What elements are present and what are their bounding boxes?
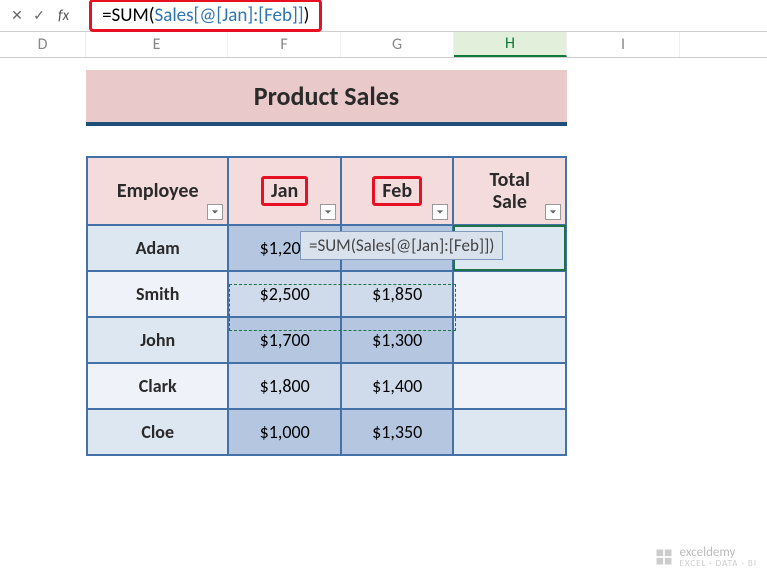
cell-employee[interactable]: Clark: [87, 363, 228, 409]
filter-dropdown-icon[interactable]: [207, 204, 223, 220]
formula-enter-button[interactable]: ✓: [28, 5, 50, 27]
cell-employee[interactable]: Smith: [87, 271, 228, 317]
th-total[interactable]: Total Sale: [453, 157, 566, 225]
column-headers: D E F G H I: [0, 32, 767, 58]
formula-cancel-button[interactable]: ✕: [6, 5, 28, 27]
filter-dropdown-icon[interactable]: [432, 204, 448, 220]
col-header-d[interactable]: D: [0, 32, 86, 57]
cell-feb[interactable]: $1,850: [341, 271, 454, 317]
table-row: John $1,700 $1,300: [87, 317, 566, 363]
data-table: Employee Jan Feb Total Sale Adam $1,200: [86, 156, 567, 456]
fx-label[interactable]: fx: [58, 7, 69, 25]
th-jan-label: Jan: [261, 176, 308, 206]
title-banner: Product Sales: [86, 70, 567, 126]
cell-total[interactable]: [453, 271, 566, 317]
cell-total[interactable]: [453, 317, 566, 363]
cell-feb[interactable]: $1,350: [341, 409, 454, 455]
filter-dropdown-icon[interactable]: [545, 204, 561, 220]
table-header-row: Employee Jan Feb Total Sale: [87, 157, 566, 225]
cell-employee[interactable]: Cloe: [87, 409, 228, 455]
col-header-f[interactable]: F: [228, 32, 341, 57]
watermark-sub: EXCEL · DATA · BI: [680, 559, 757, 568]
formula-close: ): [304, 4, 310, 27]
cell-jan[interactable]: $1,700: [228, 317, 341, 363]
cell-feb[interactable]: $1,300: [341, 317, 454, 363]
th-employee-label: Employee: [117, 179, 199, 203]
th-jan[interactable]: Jan: [228, 157, 341, 225]
col-header-i[interactable]: I: [567, 32, 680, 57]
col-header-h[interactable]: H: [454, 32, 567, 57]
col-header-e[interactable]: E: [86, 32, 228, 57]
formula-tooltip: =SUM(Sales[@[Jan]:[Feb]]): [300, 231, 503, 260]
watermark-icon: [654, 547, 674, 567]
formula-fn: SUM: [112, 4, 149, 27]
cell-jan[interactable]: $2,500: [228, 271, 341, 317]
watermark: exceldemy EXCEL · DATA · BI: [654, 546, 757, 568]
col-header-g[interactable]: G: [341, 32, 454, 57]
formula-ref: Sales[@[Jan]:[Feb]]: [154, 4, 303, 27]
th-feb-label: Feb: [372, 176, 422, 206]
table-row: Cloe $1,000 $1,350: [87, 409, 566, 455]
th-employee[interactable]: Employee: [87, 157, 228, 225]
th-total-label-2: Sale: [493, 191, 527, 213]
cell-employee[interactable]: John: [87, 317, 228, 363]
th-feb[interactable]: Feb: [341, 157, 454, 225]
cell-total[interactable]: [453, 363, 566, 409]
formula-bar: ✕ ✓ fx = SUM ( Sales[@[Jan]:[Feb]] ): [0, 0, 767, 32]
th-total-label-1: Total: [490, 169, 530, 191]
table-row: Smith $2,500 $1,850: [87, 271, 566, 317]
cell-employee[interactable]: Adam: [87, 225, 228, 271]
formula-input[interactable]: = SUM ( Sales[@[Jan]:[Feb]] ): [89, 0, 322, 32]
cell-jan[interactable]: $1,800: [228, 363, 341, 409]
cell-feb[interactable]: $1,400: [341, 363, 454, 409]
table-row: Clark $1,800 $1,400: [87, 363, 566, 409]
formula-eq: =: [102, 4, 111, 27]
cell-jan[interactable]: $1,000: [228, 409, 341, 455]
filter-dropdown-icon[interactable]: [320, 204, 336, 220]
cell-total[interactable]: [453, 409, 566, 455]
